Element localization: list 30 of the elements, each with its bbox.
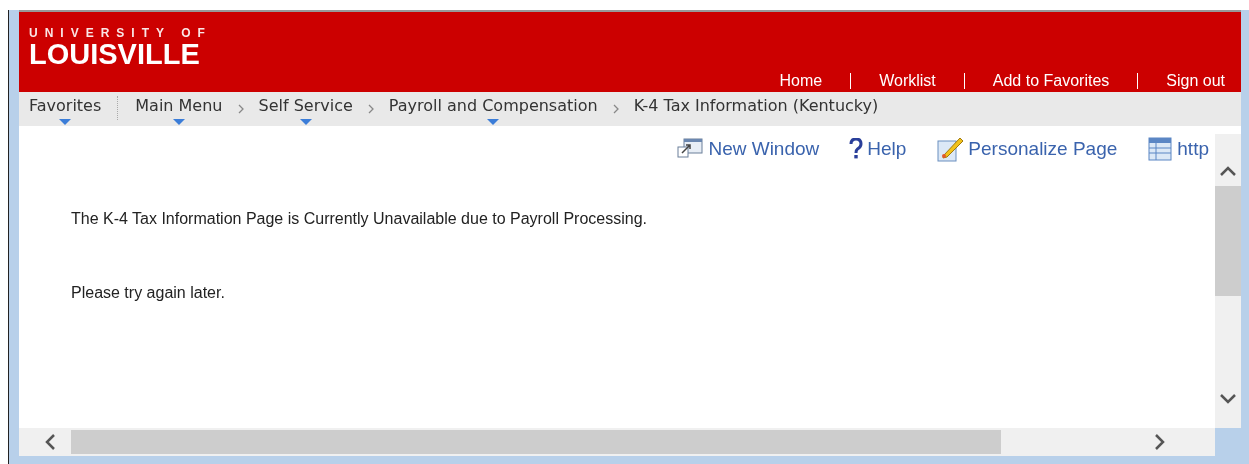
toolbar-link[interactable]: http [1147,136,1209,162]
scroll-right-icon[interactable] [1153,432,1167,452]
message-text: Please try again later. [71,284,226,302]
edit-page-icon [936,135,965,163]
toolbar-link[interactable]: Personalize Page [936,136,1118,162]
chevron-icon [611,103,620,115]
breadcrumb-item[interactable]: Main Menu [135,94,223,118]
scroll-up-icon[interactable] [1218,164,1238,178]
scroll-left-icon[interactable] [43,432,57,452]
new-window-icon [676,137,705,161]
header-link[interactable]: Add to Favorites [992,72,1110,90]
logo-top-text: UNIVERSITY OF [29,26,212,40]
header-link[interactable]: Sign out [1166,72,1225,90]
breadcrumb-item[interactable]: Payroll and Compensation [388,94,598,118]
logo-main-text: LOUISVILLE [29,40,201,68]
header-link[interactable]: Worklist [879,72,936,90]
chevron-icon [236,103,245,115]
toolbar-link[interactable]: Help [849,136,907,162]
vertical-scrollbar[interactable] [1215,134,1241,428]
header-link[interactable]: Home [779,72,823,90]
help-icon [849,138,864,160]
table-icon [1147,136,1174,162]
toolbar-link[interactable]: New Window [676,136,820,162]
breadcrumb-item[interactable]: Favorites [29,94,102,118]
message-text: The K-4 Tax Information Page is Currently Unavailable due to Payroll Processing. [71,210,648,228]
chevron-icon [366,103,375,115]
breadcrumb-item[interactable]: K-4 Tax Information (Kentucky) [633,94,879,118]
horizontal-scrollbar[interactable] [19,428,1215,456]
breadcrumb-item[interactable]: Self Service [258,94,353,118]
scroll-down-icon[interactable] [1218,392,1238,406]
